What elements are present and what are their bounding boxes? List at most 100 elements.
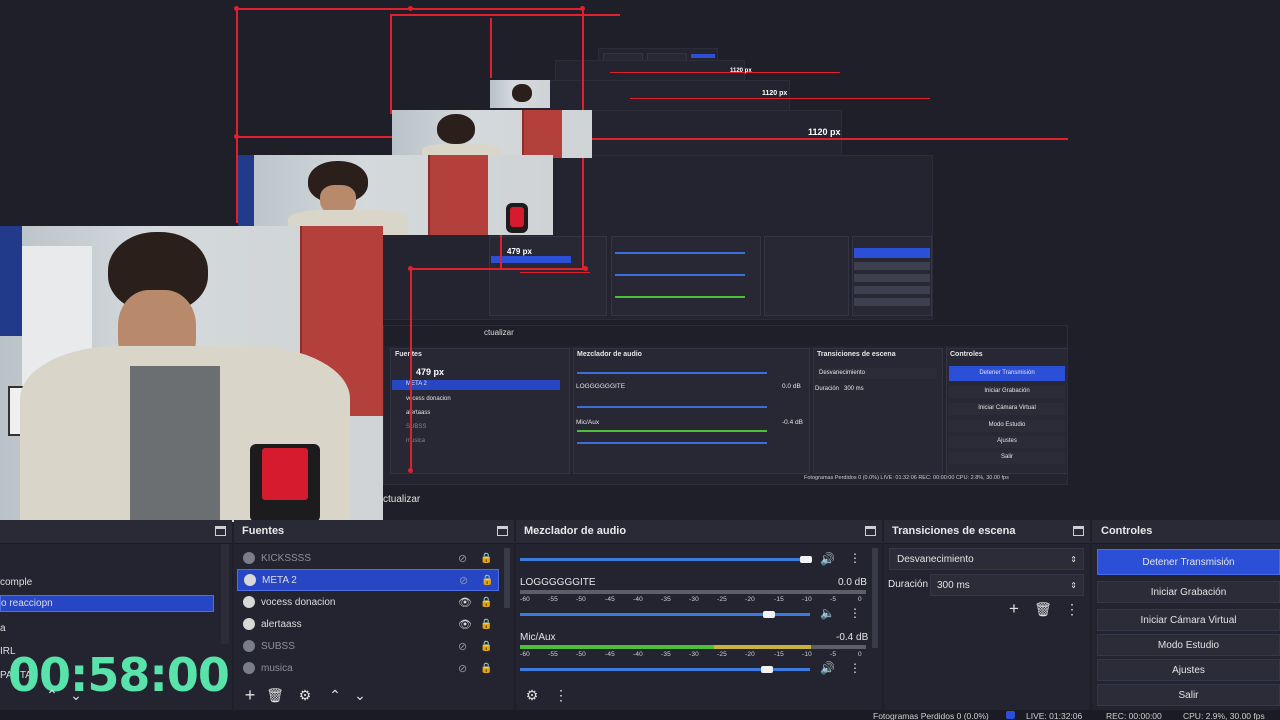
refresh-label[interactable]: ctualizar — [383, 494, 420, 505]
nested-track2-name: Mic/Aux — [576, 419, 600, 426]
track-db: -0.4 dB — [836, 632, 869, 643]
source-up-button[interactable]: ⌃ — [325, 685, 345, 705]
float-icon[interactable] — [215, 526, 226, 536]
lock-icon[interactable]: 🔒 — [480, 619, 492, 630]
transitions-dock-header: Transiciones de escena — [884, 520, 1090, 544]
scene-label: comple — [0, 576, 33, 588]
hidden-eye-icon[interactable]: ⊘ — [458, 552, 467, 565]
dimension-label: 1120 px — [730, 68, 752, 74]
source-item[interactable]: alertaass 👁 🔒 — [237, 613, 499, 635]
nested-actualizar: ctualizar — [484, 328, 514, 337]
scale-tick: -15 — [774, 651, 784, 658]
speaker-icon[interactable]: 🔈 — [820, 606, 835, 620]
speaker-icon[interactable]: 🔊 — [820, 661, 835, 675]
sources-scrollbar[interactable] — [504, 548, 510, 608]
mixer-title: Mezclador de audio — [524, 525, 627, 537]
float-icon[interactable] — [497, 526, 508, 536]
float-icon[interactable] — [1073, 526, 1084, 536]
camera-feed-medium — [392, 110, 592, 158]
start-virtual-camera-button[interactable]: Iniciar Cámara Virtual — [1097, 609, 1280, 631]
scenes-scrollbar[interactable] — [221, 544, 229, 644]
status-bar: Fotogramas Perdidos 0 (0.0%) LIVE: 01:32… — [0, 710, 1280, 720]
source-settings-button[interactable]: ⚙ — [295, 685, 315, 705]
nested-preview-1: ctualizar Fuentes META 2 vocess donacion… — [383, 325, 1068, 485]
lock-icon[interactable]: 🔒 — [480, 663, 492, 674]
speaker-icon[interactable]: 🔊 — [820, 552, 835, 566]
transitions-title: Transiciones de escena — [892, 525, 1016, 537]
settings-button[interactable]: Ajustes — [1097, 659, 1280, 681]
nested-ctl-3: Modo Estudio — [949, 420, 1065, 432]
lock-icon[interactable]: 🔒 — [480, 553, 492, 564]
mixer-menu-button[interactable]: ⋮ — [551, 685, 571, 705]
nested-source-4: musica — [406, 438, 426, 444]
float-icon[interactable] — [865, 526, 876, 536]
nested-source-1: vocess donacion — [406, 396, 451, 402]
mixer-scrollbar[interactable] — [872, 548, 878, 648]
remove-transition-button[interactable]: 🗑 — [1033, 599, 1053, 619]
rec-time: REC: 00:00:00 — [1106, 711, 1162, 720]
lock-icon[interactable]: 🔒 — [481, 575, 493, 586]
hidden-eye-icon[interactable]: ⊘ — [459, 574, 468, 587]
volume-knob[interactable] — [760, 666, 773, 673]
stop-stream-button[interactable]: Detener Transmisión — [1097, 549, 1280, 575]
nested-mixer-title: Mezclador de audio — [577, 351, 642, 358]
add-transition-button[interactable]: + — [1004, 599, 1024, 619]
exit-button[interactable]: Salir — [1097, 684, 1280, 706]
scale-tick: -45 — [605, 651, 615, 658]
hidden-eye-icon[interactable]: ⊘ — [458, 640, 467, 653]
scale-tick: -5 — [830, 596, 837, 603]
source-item[interactable]: KICKSSSS ⊘ 🔒 — [237, 547, 499, 569]
scene-label: a — [0, 622, 6, 634]
volume-knob[interactable] — [763, 611, 776, 618]
sources-title: Fuentes — [242, 525, 285, 537]
volume-slider[interactable] — [520, 558, 810, 561]
scenes-dock-header — [0, 520, 232, 544]
visibility-eye-icon[interactable]: 👁 — [458, 618, 472, 631]
duration-input[interactable]: 300 ms ⇕ — [930, 574, 1084, 596]
scale-tick: -40 — [633, 596, 643, 603]
mixer-settings-button[interactable]: ⚙ — [522, 685, 542, 705]
more-icon[interactable]: ⋮ — [849, 551, 861, 565]
volume-knob[interactable] — [800, 556, 812, 563]
add-source-button[interactable]: + — [240, 685, 260, 705]
source-item-selected[interactable]: META 2 ⊘ 🔒 — [237, 569, 499, 591]
guide-line — [490, 18, 492, 78]
scale-tick: 0 — [858, 651, 862, 658]
source-label: KICKSSSS — [261, 552, 312, 564]
nested-transition-select: Desvanecimiento — [817, 368, 937, 379]
source-label: alertaass — [261, 618, 302, 630]
guide-line — [390, 14, 392, 114]
source-type-icon — [243, 552, 255, 564]
hidden-eye-icon[interactable]: ⊘ — [458, 662, 467, 675]
more-icon[interactable]: ⋮ — [849, 606, 861, 620]
source-item[interactable]: vocess donacion 👁 🔒 — [237, 591, 499, 613]
source-down-button[interactable]: ⌄ — [350, 685, 370, 705]
lock-icon[interactable]: 🔒 — [480, 641, 492, 652]
scene-item-selected[interactable]: o reacciopn — [0, 595, 214, 612]
scene-item[interactable]: comple — [0, 571, 218, 593]
nested-ctl-0: Detener Transmisión — [949, 366, 1065, 381]
controls-title: Controles — [1101, 525, 1153, 537]
scene-down-button[interactable]: ⌄ — [66, 685, 86, 705]
scale-tick: -30 — [689, 596, 699, 603]
camera-feed-small — [490, 80, 550, 108]
more-icon[interactable]: ⋮ — [849, 661, 861, 675]
scene-item[interactable]: a — [0, 617, 218, 639]
lock-icon[interactable]: 🔒 — [480, 597, 492, 608]
guide-line — [580, 138, 1068, 140]
nested-track1-db: 0.0 dB — [782, 383, 801, 390]
scale-tick: -60 — [520, 651, 530, 658]
studio-mode-button[interactable]: Modo Estudio — [1097, 634, 1280, 656]
scale-tick: -60 — [520, 596, 530, 603]
duration-value: 300 ms — [937, 579, 970, 591]
source-item[interactable]: SUBSS ⊘ 🔒 — [237, 635, 499, 657]
scene-up-button[interactable]: ⌃ — [42, 685, 62, 705]
start-recording-button[interactable]: Iniciar Grabación — [1097, 581, 1280, 603]
guide-line — [610, 72, 840, 73]
transition-menu-button[interactable]: ⋮ — [1062, 599, 1082, 619]
remove-source-button[interactable]: 🗑 — [265, 685, 285, 705]
transition-select[interactable]: Desvanecimiento ⇕ — [889, 548, 1084, 570]
scene-label: o reacciopn — [1, 598, 53, 609]
visibility-eye-icon[interactable]: 👁 — [458, 596, 472, 609]
source-item[interactable]: musica ⊘ 🔒 — [237, 657, 499, 679]
